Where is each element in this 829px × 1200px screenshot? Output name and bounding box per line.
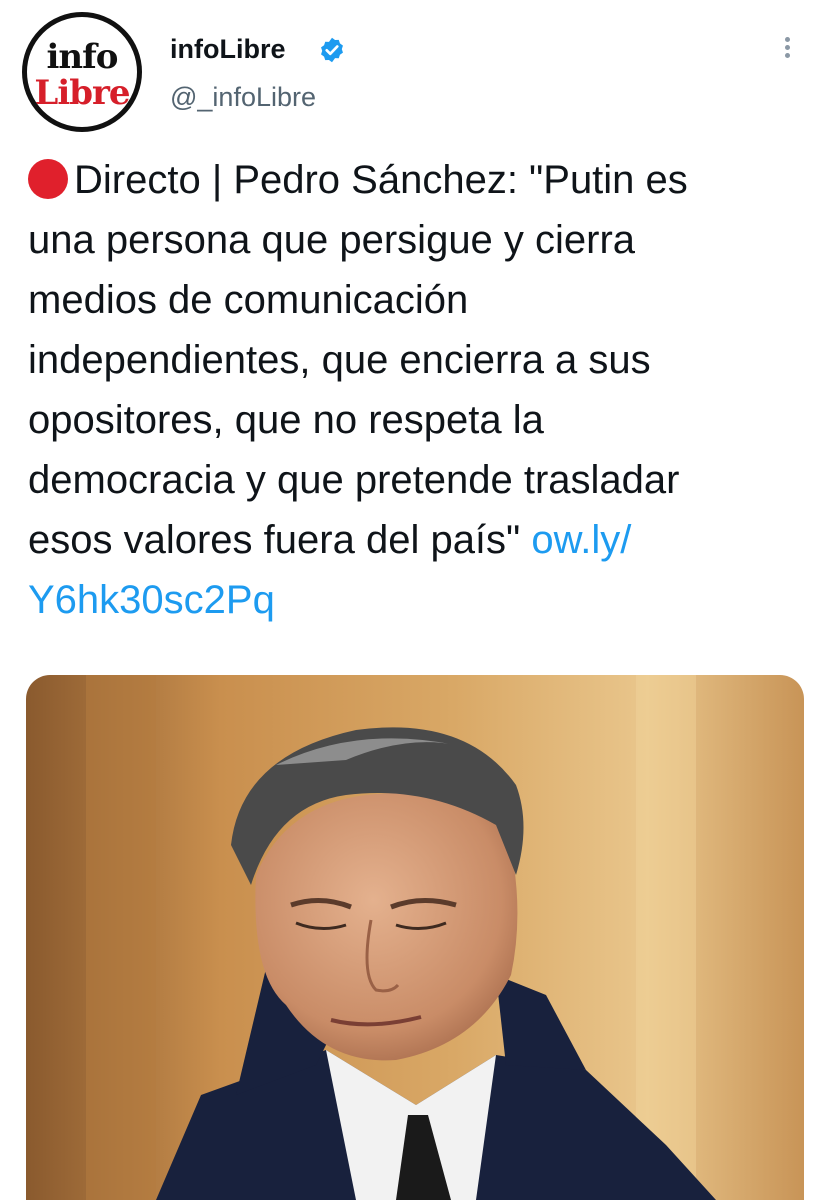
photo-illustration — [26, 675, 804, 1200]
tweet-text: Directo | Pedro Sánchez: "Putin es una p… — [28, 150, 818, 630]
tweet-line: una persona que persigue y cierra — [28, 218, 636, 262]
tweet-line: independientes, que encierra a sus — [28, 338, 651, 382]
tweet-line: medios de comunicación — [28, 278, 469, 322]
tweet-line: Directo | Pedro Sánchez: "Putin es — [28, 150, 818, 210]
tweet-line: Y6hk30sc2Pq — [28, 570, 818, 630]
more-options-icon[interactable] — [772, 34, 802, 64]
tweet-line: esos valores fuera del país" ow.ly/ — [28, 518, 632, 562]
tweet-line: democracia y que pretende trasladar — [28, 458, 680, 502]
verified-badge-icon — [321, 37, 343, 63]
tweet-line: opositores, que no respeta la — [28, 398, 544, 442]
account-handle[interactable]: @_infoLibre — [170, 82, 316, 113]
display-name[interactable]: infoLibre — [170, 34, 286, 65]
avatar-logo-info: info — [46, 37, 119, 77]
avatar-logo-libre: Libre — [34, 73, 130, 113]
red-circle-icon — [28, 159, 68, 199]
tweet-photo[interactable] — [26, 675, 804, 1200]
tweet-link-continued[interactable]: Y6hk30sc2Pq — [28, 578, 275, 622]
tweet-link[interactable]: ow.ly/ — [531, 518, 631, 562]
avatar[interactable]: info Libre — [22, 12, 142, 132]
